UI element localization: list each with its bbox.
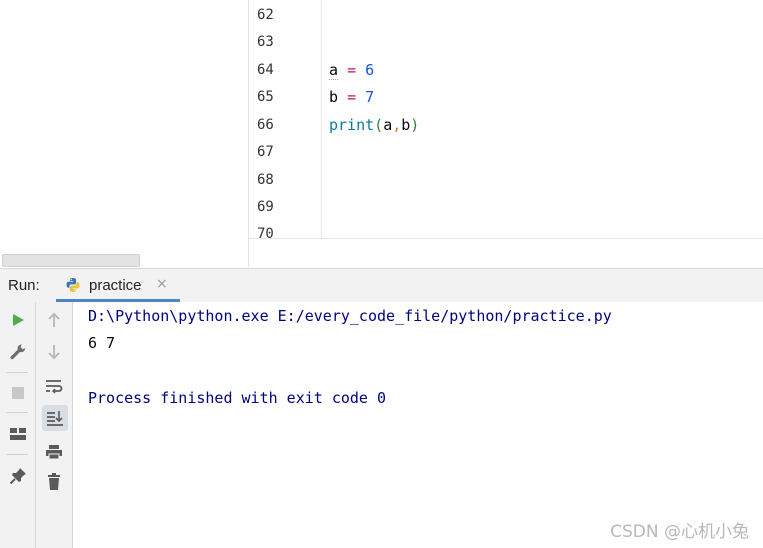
editor-divider [249,238,763,239]
code-token: a [329,61,339,80]
run-toolbar-primary [0,302,36,548]
console-exit-message: Process finished with exit code 0 [88,389,387,407]
code-token: 6 [365,61,375,79]
console-output-line: 6 7 [88,334,116,352]
code-token: print [329,116,375,134]
line-number: 64 [257,62,274,78]
editor-area: 62 63 64 65 66 67 68 69 70 a = 6 b = 7 p… [0,0,763,267]
tab-label: practice [89,277,142,294]
console-output[interactable]: D:\Python\python.exe E:/every_code_file/… [73,302,763,548]
line-number-gutter: 62 63 64 65 66 67 68 69 70 [249,0,322,238]
horizontal-scrollbar[interactable] [2,254,140,267]
code-token: b [329,88,339,106]
code-line[interactable]: print(a,b) [329,115,419,135]
line-number: 68 [257,172,274,188]
line-number: 70 [257,226,274,238]
close-icon[interactable]: × [156,276,168,292]
run-icon[interactable] [6,308,30,332]
code-token: b [401,116,411,134]
wrench-icon[interactable] [6,340,30,364]
toolbar-separator [6,454,28,455]
up-arrow-icon[interactable] [42,308,66,332]
code-token: ( [374,116,384,134]
run-tool-window-header: Run: practice × [0,268,763,303]
line-number: 62 [257,7,274,23]
code-editor[interactable]: a = 6 b = 7 print(a,b) [322,0,763,238]
pin-icon[interactable] [6,464,30,488]
line-number: 66 [257,117,274,133]
code-line[interactable]: b = 7 [329,87,374,107]
run-toolbar-secondary [36,302,73,548]
project-pane [0,0,249,267]
watermark: CSDN @心机小兔 [610,522,749,542]
scroll-to-end-icon[interactable] [42,405,68,431]
code-token: a [383,116,393,134]
stop-icon[interactable] [6,381,30,405]
run-label: Run: [8,277,40,294]
code-token: ) [410,116,420,134]
line-number: 67 [257,144,274,160]
code-token: , [392,116,402,134]
print-icon[interactable] [42,440,66,464]
code-token: = [347,61,357,79]
toolbar-separator [6,372,28,373]
code-token: = [347,88,357,106]
line-number: 69 [257,199,274,215]
toolbar-separator [6,412,28,413]
trash-icon[interactable] [42,470,66,494]
down-arrow-icon[interactable] [42,340,66,364]
code-line[interactable]: a = 6 [329,60,374,80]
tab-practice[interactable]: practice × [56,269,180,302]
line-number: 65 [257,89,274,105]
console-command-line: D:\Python\python.exe E:/every_code_file/… [88,307,612,325]
code-token: 7 [365,88,375,106]
layout-icon[interactable] [6,422,30,446]
soft-wrap-icon[interactable] [42,374,66,398]
line-number: 63 [257,34,274,50]
python-icon [66,278,80,292]
